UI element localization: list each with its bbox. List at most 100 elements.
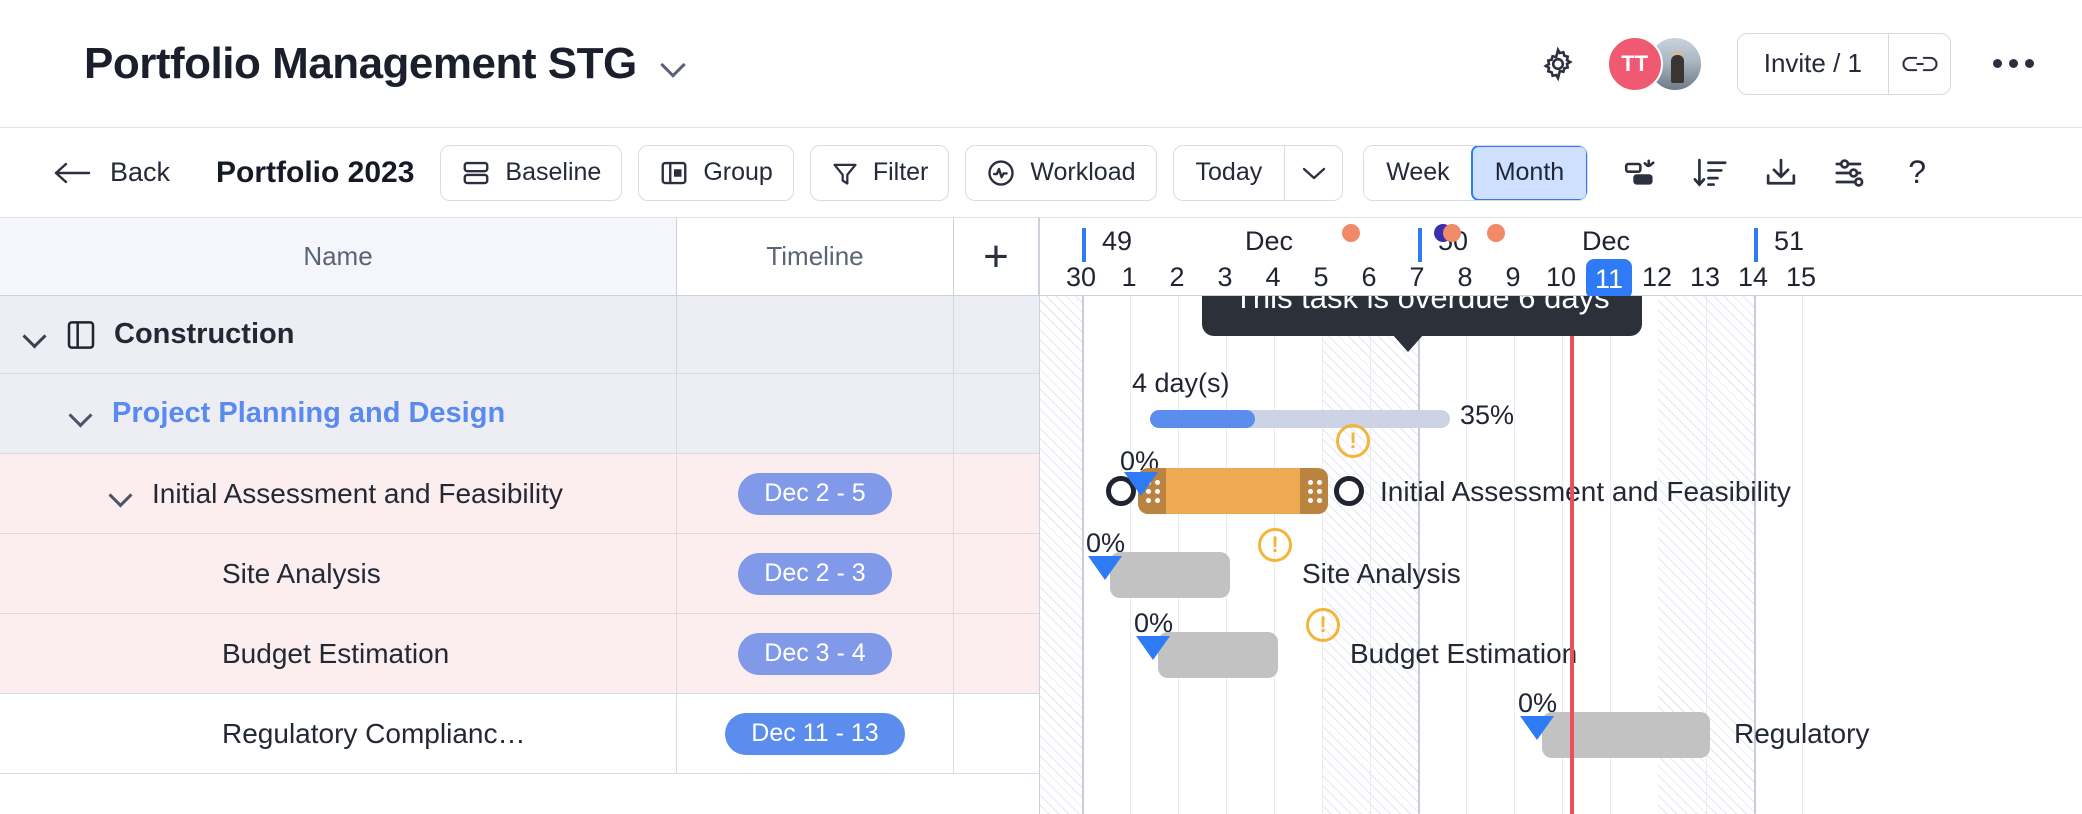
gantt-row-summary[interactable]: 4 day(s) 35% xyxy=(1040,372,2082,452)
table-row[interactable]: Construction xyxy=(0,296,1039,374)
day-marker-dot xyxy=(1443,224,1461,242)
gear-icon[interactable] xyxy=(1535,41,1581,87)
back-label: Back xyxy=(110,157,170,188)
gantt-week-row: 49 Dec 50 Dec 51 xyxy=(1040,218,2082,268)
row-name-cell[interactable]: Initial Assessment and Feasibility xyxy=(0,454,677,533)
warning-icon: ! xyxy=(1258,528,1292,562)
invite-group: Invite / 1 xyxy=(1737,33,1951,95)
row-extra-cell xyxy=(954,454,1039,533)
workload-button[interactable]: Workload xyxy=(965,145,1156,201)
warning-icon: ! xyxy=(1336,424,1370,458)
row-timeline-cell[interactable]: Dec 2 - 3 xyxy=(677,534,954,613)
row-label: Construction xyxy=(114,318,294,351)
board-icon xyxy=(66,319,96,351)
row-label: Site Analysis xyxy=(222,558,381,590)
gantt-view: Name Timeline + Construction xyxy=(0,218,2082,814)
more-options-ellipsis-icon[interactable] xyxy=(1987,53,2040,74)
row-name-cell[interactable]: Site Analysis xyxy=(0,534,677,613)
resize-handle-right[interactable] xyxy=(1300,468,1328,514)
bar-label: Budget Estimation xyxy=(1350,638,1577,670)
table-row[interactable]: Regulatory Complianc… Dec 11 - 13 xyxy=(0,694,1039,774)
avatar-group[interactable]: TT xyxy=(1607,36,1703,92)
today-button[interactable]: Today xyxy=(1174,146,1285,200)
column-header-name[interactable]: Name xyxy=(0,218,677,295)
gantt-body[interactable]: Today 4 day(s) 35% 0% xyxy=(1040,296,2082,814)
row-name-cell[interactable]: Budget Estimation xyxy=(0,614,677,693)
week-tick-icon xyxy=(1418,228,1422,262)
baseline-icon xyxy=(461,158,491,188)
row-extra-cell xyxy=(954,374,1039,453)
timeline-pill[interactable]: Dec 3 - 4 xyxy=(738,633,891,675)
row-label: Project Planning and Design xyxy=(112,397,505,430)
gantt-row-task[interactable]: 0% ! Initial Asse xyxy=(1040,452,2082,532)
filter-button[interactable]: Filter xyxy=(810,145,950,201)
gantt-row-task[interactable]: 0% ! Site Analysis xyxy=(1040,532,2082,612)
table-header-row: Name Timeline + xyxy=(0,218,1039,296)
progress-track[interactable] xyxy=(1150,410,1450,428)
row-timeline-cell[interactable]: Dec 11 - 13 xyxy=(677,694,954,773)
progress-percent-label: 35% xyxy=(1460,400,1514,431)
zoom-month-option[interactable]: Month xyxy=(1471,145,1588,201)
row-extra-cell xyxy=(954,296,1039,373)
sliders-icon[interactable] xyxy=(1820,145,1882,201)
chevron-down-icon[interactable] xyxy=(18,318,52,352)
bar-label: Regulatory xyxy=(1734,718,1869,750)
group-button[interactable]: Group xyxy=(638,145,793,201)
app-header: Portfolio Management STG TT Invite / 1 xyxy=(0,0,2082,128)
row-name-cell[interactable]: Project Planning and Design xyxy=(0,374,677,453)
week-number: 49 xyxy=(1102,226,1132,257)
timeline-pill[interactable]: Dec 2 - 5 xyxy=(738,473,891,515)
row-label: Regulatory Complianc… xyxy=(222,718,525,750)
chevron-down-icon[interactable] xyxy=(104,477,138,511)
baseline-marker-icon xyxy=(1124,472,1158,496)
plus-icon: + xyxy=(983,235,1009,279)
task-table: Name Timeline + Construction xyxy=(0,218,1040,814)
group-panel-icon xyxy=(659,158,689,188)
week-tick-icon xyxy=(1754,228,1758,262)
row-timeline-cell[interactable]: Dec 2 - 5 xyxy=(677,454,954,533)
baseline-marker-icon xyxy=(1088,556,1122,580)
baseline-marker-icon xyxy=(1136,636,1170,660)
zoom-week-option[interactable]: Week xyxy=(1364,146,1471,200)
row-name-cell[interactable]: Construction xyxy=(0,296,677,373)
today-control: Today xyxy=(1173,145,1344,201)
row-name-cell[interactable]: Regulatory Complianc… xyxy=(0,694,677,773)
task-bar[interactable] xyxy=(1110,552,1230,598)
chevron-down-icon[interactable] xyxy=(64,397,98,431)
week-number: 51 xyxy=(1774,226,1804,257)
gantt-row-task[interactable]: 0% ! Budget Estimation xyxy=(1040,612,2082,692)
week-tick-icon xyxy=(1082,228,1086,262)
timeline-pill[interactable]: Dec 2 - 3 xyxy=(738,553,891,595)
row-timeline-cell[interactable]: Dec 3 - 4 xyxy=(677,614,954,693)
timeline-pill[interactable]: Dec 11 - 13 xyxy=(725,713,904,755)
row-extra-cell xyxy=(954,534,1039,613)
baseline-button[interactable]: Baseline xyxy=(440,145,622,201)
link-icon[interactable] xyxy=(1888,34,1950,94)
table-row[interactable]: Initial Assessment and Feasibility Dec 2… xyxy=(0,454,1039,534)
add-column-button[interactable]: + xyxy=(954,218,1039,295)
sort-descending-icon[interactable] xyxy=(1680,145,1742,201)
avatar[interactable]: TT xyxy=(1607,36,1663,92)
table-row[interactable]: Project Planning and Design xyxy=(0,374,1039,454)
invite-button[interactable]: Invite / 1 xyxy=(1738,34,1888,94)
column-header-timeline[interactable]: Timeline xyxy=(677,218,954,295)
task-bar[interactable] xyxy=(1542,712,1710,758)
download-icon[interactable] xyxy=(1750,145,1812,201)
bar-end-knob[interactable] xyxy=(1334,476,1364,506)
row-timeline-cell[interactable] xyxy=(677,296,954,373)
critical-path-icon[interactable] xyxy=(1610,145,1672,201)
task-bar[interactable] xyxy=(1138,468,1328,514)
workload-pulse-icon xyxy=(986,158,1016,188)
task-bar[interactable] xyxy=(1158,632,1278,678)
table-row[interactable]: Budget Estimation Dec 3 - 4 xyxy=(0,614,1039,694)
table-row[interactable]: Site Analysis Dec 2 - 3 xyxy=(0,534,1039,614)
today-chevron-down-icon[interactable] xyxy=(1284,146,1342,200)
row-timeline-cell[interactable] xyxy=(677,374,954,453)
page-title: Portfolio Management STG xyxy=(84,39,637,89)
gantt-chart[interactable]: 49 Dec 50 Dec 51 30 1 2 3 4 5 6 7 8 9 10 xyxy=(1040,218,2082,814)
gantt-row-task[interactable]: 0% Regulatory xyxy=(1040,692,2082,772)
project-menu-chevron-down-icon[interactable] xyxy=(661,51,687,77)
back-button[interactable]: Back xyxy=(40,157,182,188)
bar-label: Initial Assessment and Feasibility xyxy=(1380,476,1791,508)
help-button[interactable]: ? xyxy=(1890,145,1944,201)
